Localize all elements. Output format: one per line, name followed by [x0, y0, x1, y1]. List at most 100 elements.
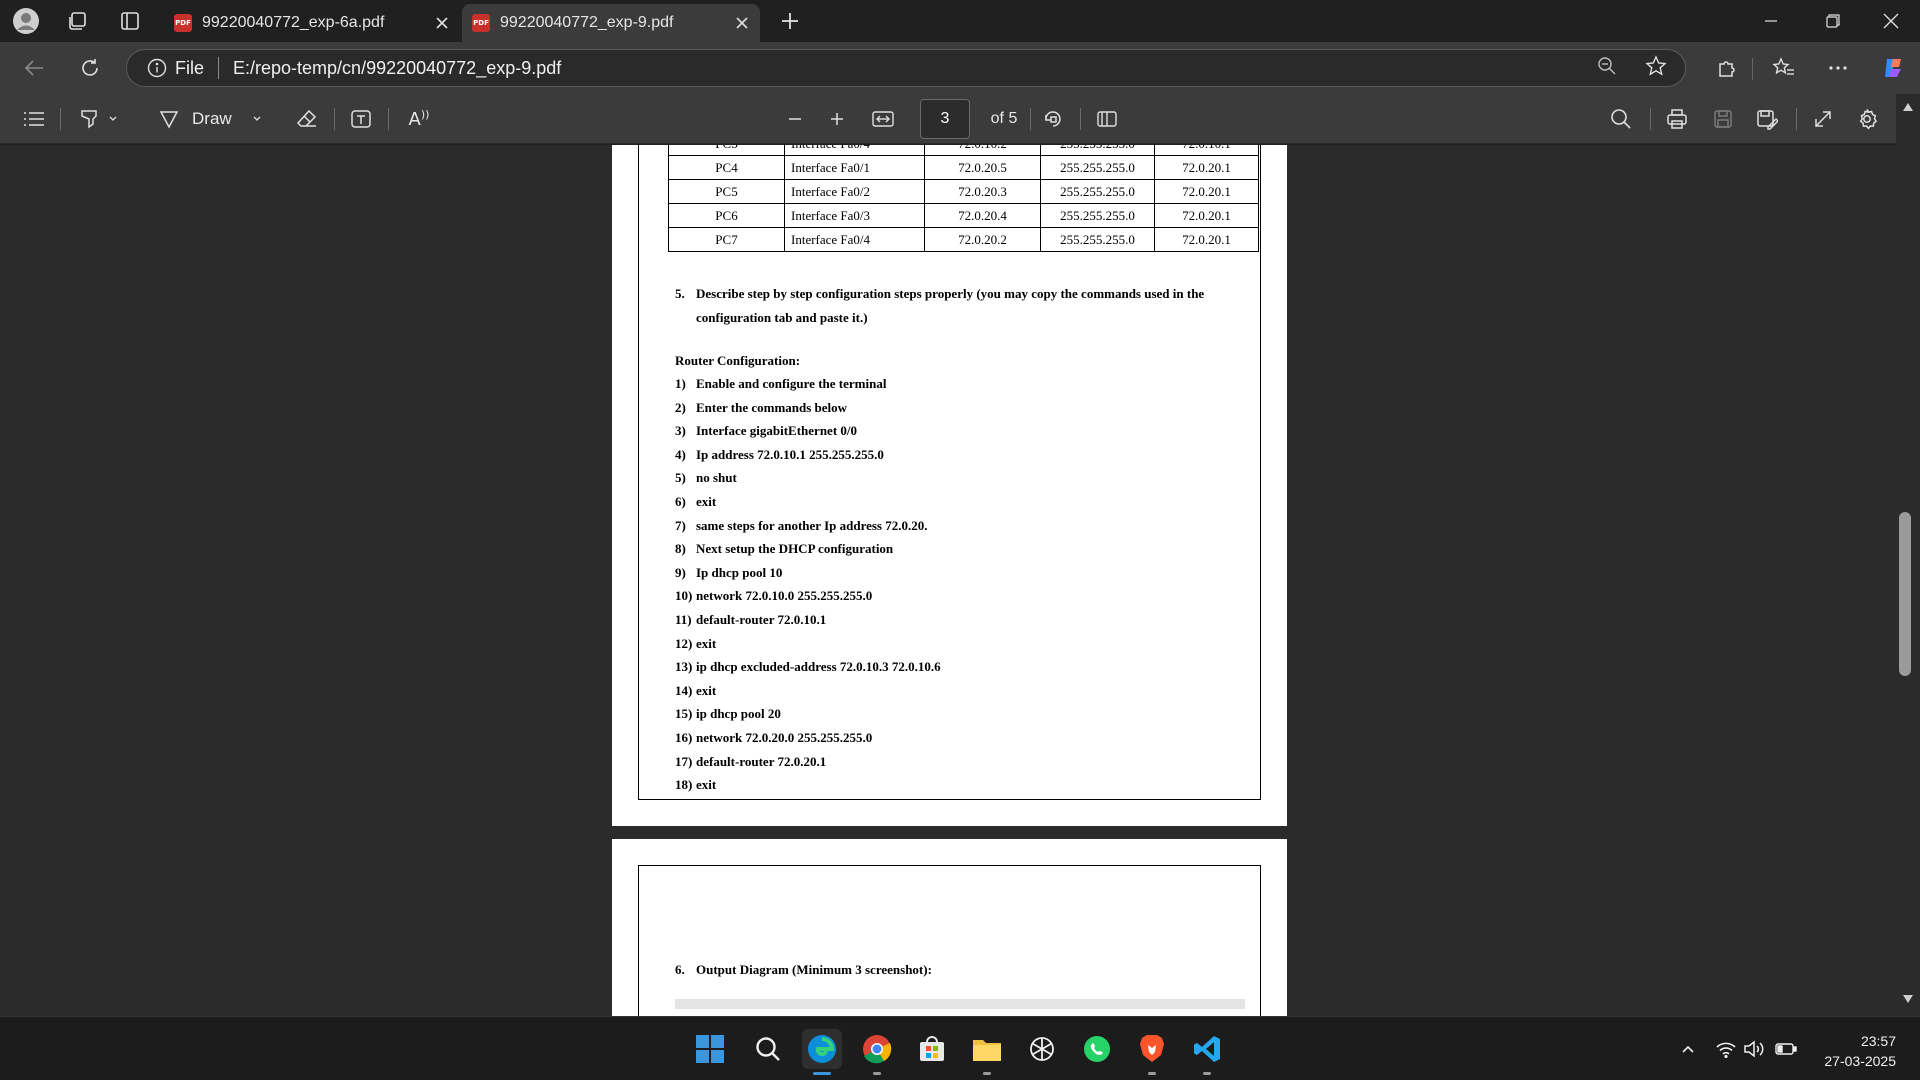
step-text: Ip address 72.0.10.1 255.255.255.0 — [696, 446, 884, 462]
config-step: 16) network 72.0.20.0 255.255.255.0 — [675, 730, 872, 746]
highlight-icon[interactable] — [74, 104, 122, 134]
full-screen-icon[interactable] — [1808, 104, 1838, 134]
back-arrow-icon[interactable] — [18, 52, 50, 84]
step-number: 15) — [675, 706, 693, 722]
screenshot-thumbnail — [675, 999, 1245, 1009]
active-app-indicator — [813, 1072, 831, 1075]
table-row: PC7 Interface Fa0/4 72.0.20.2 255.255.255.0… — [668, 227, 1259, 252]
brave-browser-icon[interactable] — [1132, 1029, 1172, 1075]
section-5-line1: Describe step by step configuration step… — [696, 286, 1205, 301]
address-separator — [218, 57, 220, 79]
tab-exp-6a[interactable]: PDF 99220040772_exp-6a.pdf — [164, 4, 460, 42]
draw-button[interactable]: Draw — [158, 104, 268, 134]
toolbar-separator — [1650, 108, 1651, 130]
extensions-icon[interactable] — [1710, 52, 1742, 84]
close-tab-icon[interactable] — [430, 11, 454, 35]
table-cell-ip: 72.0.10.2 — [924, 145, 1041, 156]
microsoft-store-icon[interactable] — [912, 1029, 952, 1069]
running-app-indicator — [983, 1072, 991, 1075]
wifi-icon[interactable] — [1714, 1037, 1738, 1061]
scroll-thumb[interactable] — [1899, 512, 1911, 676]
minimize-icon[interactable] — [1748, 6, 1794, 36]
more-options-icon[interactable] — [1822, 52, 1854, 84]
config-step: 5) no shut — [675, 470, 737, 486]
step-text: exit — [696, 494, 717, 509]
section-5-heading: 5. Describe step by step configuration st… — [675, 282, 1235, 330]
pdf-viewer[interactable]: PC3Interface Fa0/472.0.10.2255.255.255.0… — [0, 145, 1920, 1016]
save-as-icon[interactable] — [1752, 104, 1782, 134]
tab-exp-9[interactable]: PDF 99220040772_exp-9.pdf — [462, 4, 760, 42]
url-text[interactable]: E:/repo-temp/cn/99220040772_exp-9.pdf — [233, 58, 561, 79]
taskbar-search-icon[interactable] — [748, 1029, 788, 1069]
vertical-tabs-icon[interactable] — [116, 7, 144, 35]
search-icon[interactable] — [1606, 104, 1636, 134]
step-text: ip dhcp excluded-address 72.0.10.3 72.0.… — [696, 659, 941, 675]
battery-icon[interactable] — [1774, 1037, 1798, 1061]
page-border — [638, 865, 1261, 1016]
fit-to-width-icon[interactable] — [868, 104, 898, 134]
page-view-icon[interactable] — [1092, 104, 1122, 134]
new-tab-icon[interactable] — [776, 7, 804, 35]
refresh-icon[interactable] — [74, 52, 106, 84]
config-step: 13) ip dhcp excluded-address 72.0.10.3 72… — [675, 659, 941, 675]
workspaces-icon[interactable] — [64, 7, 92, 35]
save-icon[interactable] — [1708, 104, 1738, 134]
zoom-in-button[interactable] — [822, 104, 852, 134]
edge-browser-icon[interactable] — [802, 1029, 842, 1075]
config-step: 15) ip dhcp pool 20 — [675, 706, 781, 722]
step-number: 12) — [675, 635, 693, 651]
table-cell-pc: PC5 — [668, 179, 785, 204]
scroll-up-arrow-icon[interactable] — [1902, 102, 1914, 112]
config-step: 8) Next setup the DHCP configuration — [675, 541, 893, 557]
zoom-out-button[interactable] — [780, 104, 810, 134]
table-of-contents-icon[interactable] — [20, 104, 48, 134]
pdf-file-icon: PDF — [472, 14, 490, 32]
table-row: PC4 Interface Fa0/1 72.0.20.5 255.255.255.0… — [668, 155, 1259, 180]
print-icon[interactable] — [1662, 104, 1692, 134]
favorite-star-icon[interactable] — [1645, 54, 1667, 82]
address-bar[interactable]: File E:/repo-temp/cn/99220040772_exp-9.p… — [126, 49, 1686, 87]
show-hidden-icons-chevron-icon[interactable] — [1676, 1037, 1700, 1061]
rotate-icon[interactable] — [1038, 104, 1068, 134]
step-text: default-router 72.0.20.1 — [696, 753, 827, 769]
step-number: 4) — [675, 446, 686, 462]
step-text: same steps for another Ip address 72.0.2… — [696, 517, 928, 533]
read-aloud-icon[interactable]: A)) — [402, 104, 436, 134]
settings-gear-icon[interactable] — [1852, 104, 1882, 134]
system-clock[interactable]: 23:57 27-03-2025 — [1824, 1031, 1896, 1071]
text-box-icon[interactable] — [346, 104, 376, 134]
vscode-icon[interactable] — [1187, 1029, 1227, 1075]
table-cell-iface: Interface Fa0/2 — [784, 179, 925, 204]
config-step: 14) exit — [675, 683, 716, 699]
start-windows-icon[interactable] — [690, 1029, 730, 1069]
favorites-icon[interactable] — [1768, 52, 1800, 84]
pc-address-table: PC3Interface Fa0/472.0.10.2255.255.255.0… — [668, 145, 1259, 252]
step-number: 14) — [675, 682, 693, 698]
toolbar-separator — [334, 108, 335, 130]
file-explorer-icon[interactable] — [967, 1029, 1007, 1075]
config-step: 4) Ip address 72.0.10.1 255.255.255.0 — [675, 447, 884, 463]
step-number: 13) — [675, 659, 693, 675]
chrome-icon[interactable] — [857, 1029, 897, 1075]
scroll-down-arrow-icon[interactable] — [1902, 994, 1914, 1004]
restore-icon[interactable] — [1810, 6, 1856, 36]
copilot-icon[interactable] — [1878, 52, 1910, 84]
config-step: 18) exit — [675, 777, 716, 793]
table-cell-iface: Interface Fa0/4 — [784, 145, 925, 156]
close-window-icon[interactable] — [1868, 6, 1914, 36]
eraser-icon[interactable] — [292, 104, 322, 134]
step-text: Enable and configure the terminal — [696, 376, 887, 391]
step-number: 1) — [675, 376, 686, 391]
close-tab-icon[interactable] — [730, 11, 754, 35]
tab-strip: PDF 99220040772_exp-6a.pdf PDF 992200407… — [0, 0, 1920, 42]
zoom-out-icon[interactable] — [1597, 56, 1617, 81]
running-app-indicator — [1148, 1072, 1156, 1075]
volume-icon[interactable] — [1742, 1037, 1766, 1061]
page-number-input[interactable]: 3 — [920, 99, 970, 139]
info-icon[interactable] — [147, 58, 167, 78]
profile-avatar-icon[interactable] — [12, 7, 40, 35]
taskbar: 23:57 27-03-2025 — [0, 1016, 1920, 1080]
table-cell-ip: 72.0.20.3 — [924, 179, 1041, 204]
whatsapp-icon[interactable] — [1077, 1029, 1117, 1069]
chatgpt-icon[interactable] — [1022, 1029, 1062, 1069]
